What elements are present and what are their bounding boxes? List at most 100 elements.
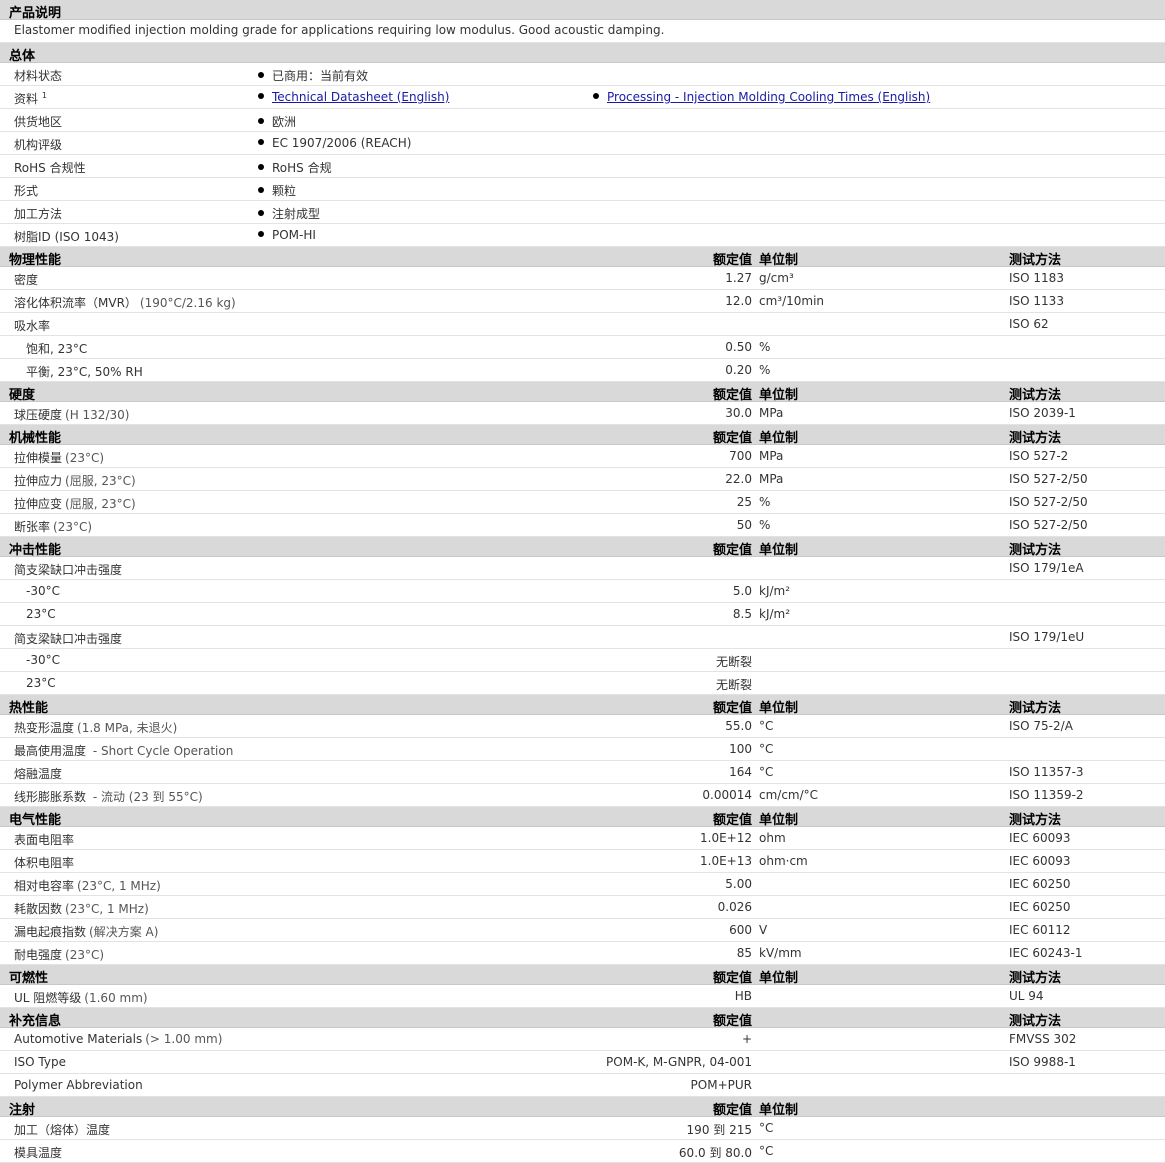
column-header-unit: 单位制 — [759, 701, 799, 716]
row-label-text: 最高使用温度 — [14, 744, 87, 758]
section-title: 物理性能 — [9, 253, 62, 268]
row-label-text: 体积电阻率 — [14, 856, 75, 870]
test-method: IEC 60243-1 — [1009, 946, 1083, 960]
unit-value: kJ/m² — [759, 607, 791, 621]
nominal-value: 164 — [729, 765, 752, 779]
nominal-value: 60.0 到 80.0 — [678, 1146, 752, 1160]
column-header-nominal: 额定值 — [712, 971, 752, 986]
test-method: IEC 60250 — [1009, 900, 1071, 914]
row-label: 机构评级 — [14, 138, 63, 152]
test-method: ISO 9988-1 — [1009, 1055, 1076, 1069]
row-label: 最高使用温度 - Short Cycle Operation — [14, 742, 233, 759]
property-row: 断张率 (23°C) 50% ISO 527-2/50 — [0, 514, 1165, 537]
section-header-physical: 物理性能 额定值 单位制 测试方法 — [0, 247, 1165, 268]
unit-value: MPa — [759, 472, 784, 486]
row-label: 耗散因数 (23°C, 1 MHz) — [14, 900, 149, 917]
column-header-test: 测试方法 — [1009, 971, 1062, 986]
column-header-test: 测试方法 — [1009, 543, 1062, 558]
cooling-times-link[interactable]: Processing - Injection Molding Cooling T… — [607, 90, 930, 104]
row-label: 相对电容率 (23°C, 1 MHz) — [14, 877, 161, 894]
test-method: ISO 527-2/50 — [1009, 472, 1088, 486]
row-label-text: 简支梁缺口冲击强度 — [14, 563, 123, 577]
description-row: Elastomer modified injection molding gra… — [0, 20, 1165, 43]
nominal-value: 700 — [729, 449, 752, 463]
row-value: 颗粒 — [272, 184, 297, 198]
technical-datasheet-link[interactable]: Technical Datasheet (English) — [272, 90, 449, 104]
test-method: ISO 527-2/50 — [1009, 518, 1088, 532]
section-title: 注射 — [9, 1103, 36, 1118]
row-label-text: -30°C — [26, 653, 60, 667]
unit-value: % — [759, 495, 771, 509]
bullet-icon — [593, 93, 599, 99]
row-label-text: 简支梁缺口冲击强度 — [14, 632, 123, 646]
general-row: 机构评级 EC 1907/2006 (REACH) — [0, 132, 1165, 155]
property-row: 表面电阻率 1.0E+12 ohm IEC 60093 — [0, 827, 1165, 850]
property-row: 耐电强度 (23°C) 85 kV/mm IEC 60243-1 — [0, 942, 1165, 965]
row-label: 23°C — [26, 607, 56, 621]
column-header-nominal: 额定值 — [712, 388, 752, 403]
row-label: 形式 — [14, 184, 39, 198]
row-label-text: 加工（熔体）温度 — [14, 1123, 111, 1137]
column-header-unit: 单位制 — [759, 1103, 799, 1118]
list-item: POM-HI — [258, 228, 316, 242]
bullet-icon — [258, 231, 264, 237]
row-value: 欧洲 — [272, 115, 297, 129]
row-value: 注射成型 — [272, 207, 321, 221]
row-label: 球压硬度 (H 132/30) — [14, 406, 129, 423]
row-label: 表面电阻率 — [14, 831, 74, 848]
nominal-value: 0.20 — [725, 363, 752, 377]
list-item: EC 1907/2006 (REACH) — [258, 136, 411, 150]
row-condition: (1.60 mm) — [84, 991, 148, 1005]
row-label-text: 漏电起痕指数 — [14, 925, 87, 939]
list-item: Technical Datasheet (English) — [258, 90, 449, 104]
general-row: 供货地区 欧洲 — [0, 109, 1165, 132]
property-row: 球压硬度 (H 132/30) 30.0 MPa ISO 2039-1 — [0, 402, 1165, 425]
nominal-value: 5.00 — [725, 877, 752, 891]
row-label-text: 拉伸应变 — [14, 497, 63, 511]
column-header-nominal: 额定值 — [712, 1014, 752, 1029]
nominal-value: 0.00014 — [702, 788, 752, 802]
nominal-value: 55.0 — [725, 719, 752, 733]
row-label-text: 熔融温度 — [14, 767, 63, 781]
general-row: 形式 颗粒 — [0, 178, 1165, 201]
column-header-unit: 单位制 — [759, 813, 799, 828]
nominal-value: 无断裂 — [715, 655, 752, 669]
column-header-unit: 单位制 — [759, 388, 799, 403]
row-label: RoHS 合规性 — [14, 161, 86, 175]
row-label-text: 吸水率 — [14, 319, 51, 333]
section-header-supplemental: 补充信息 额定值 测试方法 — [0, 1008, 1165, 1029]
general-row: 加工方法 注射成型 — [0, 201, 1165, 224]
row-condition: (> 1.00 mm) — [145, 1032, 223, 1046]
row-condition: (解决方案 A) — [89, 925, 159, 939]
row-label-text: 耐电强度 — [14, 948, 63, 962]
row-label-text: 饱和, 23°C — [26, 342, 88, 356]
property-row: 熔融温度 164 °C ISO 11357-3 — [0, 761, 1165, 784]
bullet-icon — [258, 72, 264, 78]
property-row: 饱和, 23°C 0.50% — [0, 336, 1165, 359]
nominal-value: 25 — [736, 495, 752, 509]
row-condition: (23°C, 1 MHz) — [77, 879, 161, 893]
unit-value: g/cm³ — [759, 271, 794, 285]
row-label-text: Automotive Materials — [14, 1032, 143, 1046]
test-method: ISO 1183 — [1009, 271, 1064, 285]
row-label: 加工方法 — [14, 207, 63, 221]
row-label: -30°C — [26, 653, 60, 667]
nominal-value: 100 — [729, 742, 752, 756]
general-row: 树脂ID (ISO 1043) POM-HI — [0, 224, 1165, 247]
row-label-text: 断张率 — [14, 520, 51, 534]
column-header-unit: 单位制 — [759, 431, 799, 446]
unit-value: °C — [759, 1121, 774, 1135]
row-label: 拉伸应力 (屈服, 23°C) — [14, 472, 136, 489]
row-label: 线形膨胀系数 - 流动 (23 到 55°C) — [14, 788, 203, 805]
row-label-text: UL 阻燃等级 — [14, 991, 82, 1005]
test-method: IEC 60093 — [1009, 831, 1071, 845]
section-title: 补充信息 — [9, 1014, 62, 1029]
nominal-value: 5.0 — [732, 584, 752, 598]
property-row: 体积电阻率 1.0E+13 ohm·cm IEC 60093 — [0, 850, 1165, 873]
list-item: 欧洲 — [258, 113, 296, 130]
column-header-unit: 单位制 — [759, 971, 799, 986]
row-value: RoHS 合规 — [272, 161, 332, 175]
row-condition: - Short Cycle Operation — [89, 744, 234, 758]
general-row: 材料状态 已商用：当前有效 — [0, 63, 1165, 86]
nominal-value: 无断裂 — [715, 678, 752, 692]
